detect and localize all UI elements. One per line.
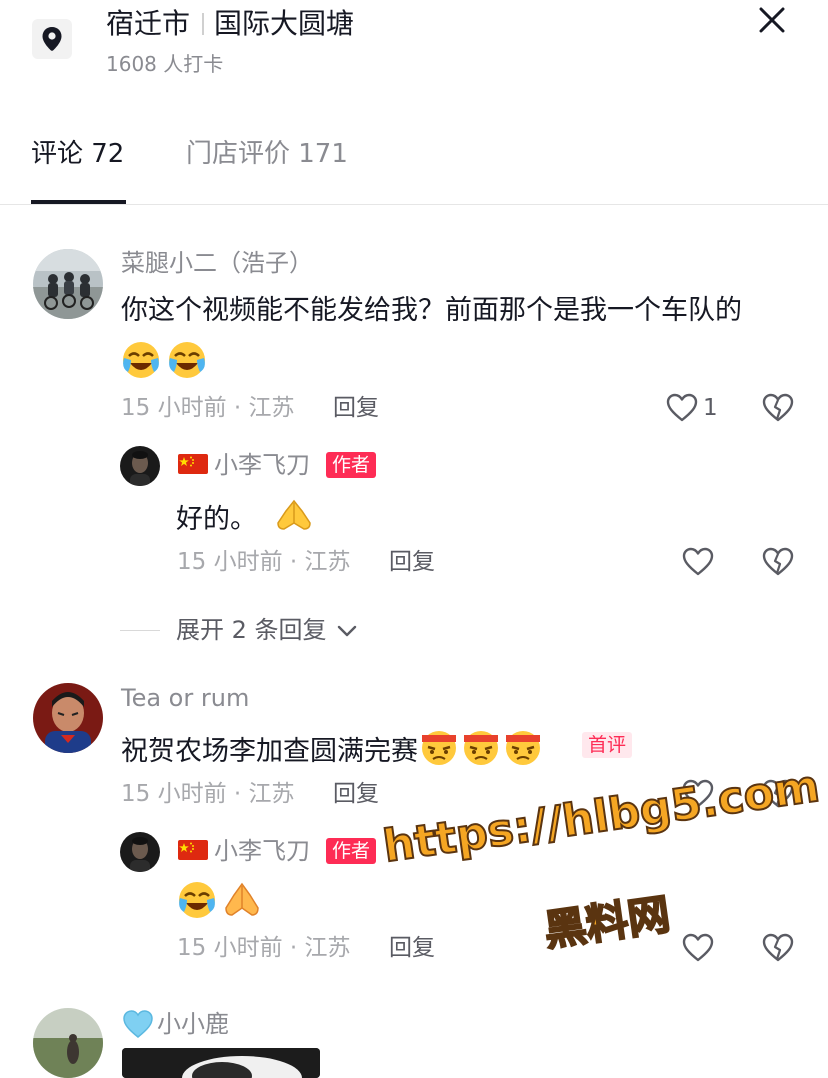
angry-headband-emoji-icon	[502, 727, 544, 778]
comment-meta: 15 小时前 · 江苏	[121, 395, 295, 421]
dislike-heart-icon[interactable]	[762, 547, 794, 581]
heart-icon[interactable]	[682, 933, 714, 967]
comment-image[interactable]	[122, 1048, 320, 1078]
title-divider	[202, 13, 205, 35]
first-comment-badge: 首评	[582, 732, 633, 758]
reply-button[interactable]: 回复	[389, 932, 435, 964]
reply-text-content: 好的。	[176, 504, 257, 535]
angry-headband-emoji-icon	[460, 727, 502, 778]
heart-icon[interactable]	[666, 393, 698, 427]
laugh-cry-emoji-icon	[177, 880, 217, 924]
tab-store-reviews[interactable]: 门店评价 171	[186, 136, 348, 172]
dislike-heart-icon[interactable]	[762, 933, 794, 967]
comment-meta: 15 小时前 · 江苏	[121, 781, 295, 807]
reply-meta: 15 小时前 · 江苏	[177, 935, 351, 961]
author-badge: 作者	[326, 452, 377, 478]
close-icon[interactable]	[756, 4, 788, 36]
comment-text: 祝贺农场李加查圆满完赛	[121, 727, 544, 778]
chevron-down-icon	[336, 615, 358, 647]
comment-username[interactable]: 菜腿小二（浩子）	[121, 247, 313, 279]
author-badge: 作者	[326, 838, 377, 864]
place-name: 国际大圆塘	[214, 7, 355, 40]
avatar[interactable]	[33, 1008, 103, 1078]
pray-emoji-icon	[221, 880, 263, 924]
reply-button[interactable]: 回复	[333, 392, 379, 424]
reply-emojis	[177, 880, 263, 924]
avatar[interactable]	[120, 832, 160, 872]
tab-comments[interactable]: 评论 72	[31, 136, 124, 172]
laugh-cry-emoji-icon	[121, 340, 161, 384]
reply-username[interactable]: 小李飞刀	[214, 835, 310, 867]
avatar[interactable]	[33, 683, 103, 753]
heart-icon[interactable]	[682, 547, 714, 581]
avatar[interactable]	[33, 249, 103, 319]
pray-emoji-icon	[274, 497, 314, 544]
reply-button[interactable]: 回复	[389, 546, 435, 578]
reply-button[interactable]: 回复	[333, 778, 379, 810]
expand-divider	[120, 630, 160, 631]
china-flag-icon	[178, 840, 208, 864]
like-count: 1	[703, 395, 718, 421]
avatar[interactable]	[120, 446, 160, 486]
reply-text: 好的。	[176, 497, 314, 544]
comment-emojis	[121, 340, 207, 384]
light-blue-heart-icon	[122, 1009, 154, 1043]
dislike-heart-icon[interactable]	[762, 393, 794, 427]
tab-divider	[0, 204, 828, 205]
angry-headband-emoji-icon	[418, 727, 460, 778]
expand-replies-label: 展开 2 条回复	[176, 616, 327, 644]
reply-username[interactable]: 小李飞刀	[214, 449, 310, 481]
laugh-cry-emoji-icon	[167, 340, 207, 384]
expand-replies-button[interactable]: 展开 2 条回复	[176, 614, 358, 647]
comment-text-content: 祝贺农场李加查圆满完赛	[121, 736, 418, 767]
reply-meta: 15 小时前 · 江苏	[177, 549, 351, 575]
watermark-site-name: 黑料网	[540, 888, 674, 956]
location-title[interactable]: 宿迁市 国际大圆塘	[106, 4, 354, 44]
city-name: 宿迁市	[106, 7, 191, 40]
checkin-count: 1608 人打卡	[106, 52, 224, 76]
comment-username[interactable]: Tea or rum	[121, 682, 249, 714]
comment-username[interactable]: 小小鹿	[157, 1008, 229, 1040]
china-flag-icon	[178, 454, 208, 478]
location-pin-icon	[32, 19, 72, 59]
comment-text: 你这个视频能不能发给我？前面那个是我一个车队的	[121, 295, 742, 326]
